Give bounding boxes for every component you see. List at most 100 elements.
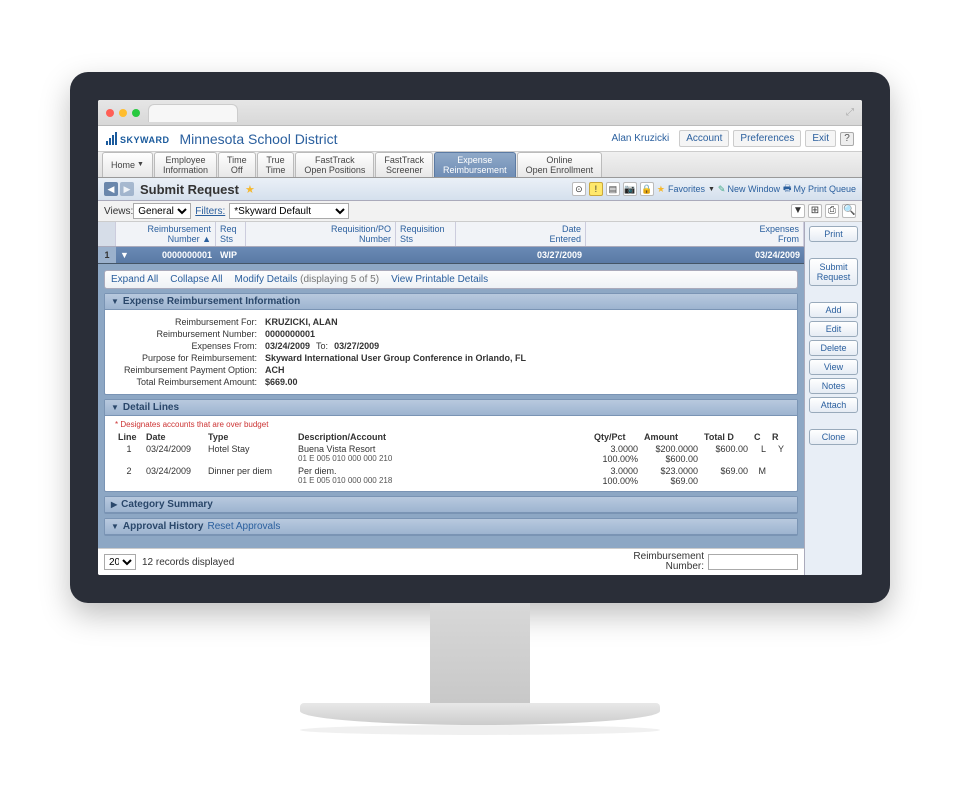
submit-request-button[interactable]: SubmitRequest bbox=[809, 258, 858, 286]
from-value: 03/24/2009 bbox=[265, 341, 310, 351]
notes-button[interactable]: Notes bbox=[809, 378, 858, 394]
title-bar: ◀ ▶ Submit Request ★ ⊙ ! ▤ 📷 🔒 ★ Favorit… bbox=[98, 178, 862, 201]
star-icon: ★ bbox=[657, 184, 665, 195]
tab-employee-info[interactable]: EmployeeInformation bbox=[154, 152, 217, 177]
collapse-all-link[interactable]: Collapse All bbox=[170, 274, 222, 285]
tab-true-time[interactable]: TrueTime bbox=[257, 152, 295, 177]
new-window-link[interactable]: ✎New Window bbox=[718, 184, 780, 195]
logo-text: SKYWARD bbox=[120, 135, 170, 145]
browser-chrome: ⤢ bbox=[98, 100, 862, 126]
browser-tab[interactable] bbox=[148, 104, 238, 122]
col-requisition-sts[interactable]: Requisition Sts bbox=[396, 222, 456, 246]
notes-icon[interactable]: ▤ bbox=[606, 182, 620, 196]
maximize-window-icon[interactable] bbox=[132, 109, 140, 117]
nav-back-icon[interactable]: ◀ bbox=[104, 182, 118, 196]
favorite-star-icon[interactable]: ★ bbox=[245, 183, 255, 196]
col-date-entered[interactable]: Date Entered bbox=[456, 222, 586, 246]
detail-row[interactable]: 1 03/24/2009 Hotel Stay Buena Vista Reso… bbox=[115, 443, 787, 465]
collapse-icon[interactable]: ▼ bbox=[111, 297, 119, 306]
filter-icon[interactable]: ▼ bbox=[791, 204, 805, 218]
chevron-down-icon: ▼ bbox=[137, 160, 144, 170]
preferences-link[interactable]: Preferences bbox=[733, 130, 801, 147]
row-req-sts: WIP bbox=[216, 247, 246, 263]
category-summary-title: Category Summary bbox=[121, 499, 213, 510]
detail-actions: Expand All Collapse All Modify Details (… bbox=[104, 270, 798, 289]
purpose-label: Purpose for Reimbursement: bbox=[115, 353, 265, 363]
view-printable-link[interactable]: View Printable Details bbox=[391, 274, 488, 285]
tab-fasttrack-positions[interactable]: FastTrackOpen Positions bbox=[295, 152, 374, 177]
collapse-icon[interactable]: ▼ bbox=[111, 522, 119, 531]
for-label: Reimbursement For: bbox=[115, 317, 265, 327]
search-icon[interactable]: 🔍 bbox=[842, 204, 856, 218]
lock-icon[interactable]: 🔒 bbox=[640, 182, 654, 196]
payopt-label: Reimbursement Payment Option: bbox=[115, 365, 265, 375]
tab-expense-reimbursement[interactable]: ExpenseReimbursement bbox=[434, 152, 516, 177]
tab-open-enrollment[interactable]: OnlineOpen Enrollment bbox=[517, 152, 603, 177]
tab-time-off[interactable]: TimeOff bbox=[218, 152, 256, 177]
clone-button[interactable]: Clone bbox=[809, 429, 858, 445]
nav-tabs: Home ▼ EmployeeInformation TimeOff TrueT… bbox=[98, 152, 862, 178]
detail-row[interactable]: 2 03/24/2009 Dinner per diem Per diem.01… bbox=[115, 465, 787, 487]
export-icon[interactable]: ⎙ bbox=[825, 204, 839, 218]
grid-footer: 20 12 records displayed Reimbursement Nu… bbox=[98, 548, 804, 575]
row-index: 1 bbox=[98, 247, 116, 263]
filters-row: Views: General Filters: *Skyward Default… bbox=[98, 201, 862, 222]
filters-select[interactable]: *Skyward Default bbox=[229, 203, 349, 219]
camera-icon[interactable]: 📷 bbox=[623, 182, 637, 196]
delete-button[interactable]: Delete bbox=[809, 340, 858, 356]
search-input[interactable] bbox=[708, 554, 798, 570]
nav-forward-icon[interactable]: ▶ bbox=[120, 182, 134, 196]
detail-lines-title: Detail Lines bbox=[123, 402, 179, 413]
account-link[interactable]: Account bbox=[679, 130, 729, 147]
page-size-select[interactable]: 20 bbox=[104, 554, 136, 570]
expand-all-link[interactable]: Expand All bbox=[111, 274, 158, 285]
app-header: SKYWARD Minnesota School District Alan K… bbox=[98, 126, 862, 152]
to-value: 03/27/2009 bbox=[334, 341, 379, 351]
tab-fasttrack-screener[interactable]: FastTrackScreener bbox=[375, 152, 433, 177]
skyward-logo: SKYWARD bbox=[106, 132, 170, 145]
view-button[interactable]: View bbox=[809, 359, 858, 375]
favorites-menu[interactable]: Favorites bbox=[668, 184, 705, 194]
num-value: 0000000001 bbox=[265, 329, 315, 339]
attach-button[interactable]: Attach bbox=[809, 397, 858, 413]
col-expenses-from[interactable]: Expenses From bbox=[586, 222, 804, 246]
district-name: Minnesota School District bbox=[180, 131, 338, 147]
over-budget-note: * Designates accounts that are over budg… bbox=[115, 420, 787, 429]
modify-details-link[interactable]: Modify Details (displaying 5 of 5) bbox=[235, 274, 380, 285]
alert-icon[interactable]: ! bbox=[589, 182, 603, 196]
views-select[interactable]: General bbox=[133, 203, 191, 219]
print-queue-link[interactable]: 🖶My Print Queue bbox=[783, 181, 856, 197]
category-summary-panel[interactable]: ▶ Category Summary bbox=[104, 496, 798, 514]
grid-row-selected[interactable]: 1 ▼ 0000000001 WIP 03/27/2009 03/24/2009 bbox=[98, 247, 804, 264]
user-name[interactable]: Alan Kruzicki bbox=[605, 131, 675, 146]
minimize-window-icon[interactable] bbox=[119, 109, 127, 117]
detail-lines-table: Line Date Type Description/Account Qty/P… bbox=[115, 431, 787, 487]
search-label: Reimbursement Number: bbox=[633, 552, 704, 572]
total-label: Total Reimbursement Amount: bbox=[115, 377, 265, 387]
expand-icon[interactable]: ⤢ bbox=[846, 107, 854, 118]
payopt-value: ACH bbox=[265, 365, 285, 375]
approval-history-panel[interactable]: ▼ Approval History Reset Approvals bbox=[104, 518, 798, 536]
columns-icon[interactable]: ⊞ bbox=[808, 204, 822, 218]
reset-approvals-link[interactable]: Reset Approvals bbox=[208, 521, 281, 532]
exit-link[interactable]: Exit bbox=[805, 130, 836, 147]
refresh-icon[interactable]: ⊙ bbox=[572, 182, 586, 196]
help-icon[interactable]: ? bbox=[840, 132, 854, 146]
approval-history-title: Approval History bbox=[123, 521, 204, 532]
edit-button[interactable]: Edit bbox=[809, 321, 858, 337]
tab-home[interactable]: Home ▼ bbox=[102, 152, 153, 177]
close-window-icon[interactable] bbox=[106, 109, 114, 117]
col-reimbursement-number[interactable]: Reimbursement Number ▲ bbox=[116, 222, 216, 246]
expand-icon[interactable]: ▶ bbox=[111, 500, 117, 509]
collapse-icon[interactable]: ▼ bbox=[111, 403, 119, 412]
print-button[interactable]: Print bbox=[809, 226, 858, 242]
row-reimb-no: 0000000001 bbox=[130, 247, 216, 263]
col-requisition-po[interactable]: Requisition/PO Number bbox=[246, 222, 396, 246]
filters-link[interactable]: Filters: bbox=[195, 206, 225, 217]
tab-home-label: Home bbox=[111, 160, 135, 170]
add-button[interactable]: Add bbox=[809, 302, 858, 318]
to-label: To: bbox=[316, 341, 328, 351]
row-exp-from: 03/24/2009 bbox=[586, 247, 804, 263]
expand-row-icon[interactable]: ▼ bbox=[116, 247, 130, 263]
col-req-sts[interactable]: Req Sts bbox=[216, 222, 246, 246]
